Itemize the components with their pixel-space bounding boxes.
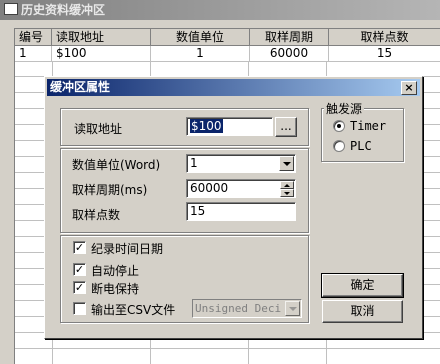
cancel-button[interactable]: 取消 bbox=[322, 300, 403, 323]
trigger-source-caption: 触发源 bbox=[324, 100, 364, 117]
period-label: 取样周期(ms) bbox=[72, 181, 147, 198]
export-csv-checkbox[interactable] bbox=[73, 302, 86, 315]
table-row[interactable]: 1 $100 1 60000 15 bbox=[15, 46, 440, 62]
timer-radio[interactable] bbox=[333, 120, 345, 132]
plc-radio[interactable] bbox=[333, 140, 345, 152]
close-icon[interactable]: × bbox=[401, 81, 417, 95]
window-titlebar[interactable]: 历史资料缓冲区 bbox=[0, 0, 440, 20]
period-value: 60000 bbox=[190, 181, 228, 195]
timer-label[interactable]: Timer bbox=[350, 119, 386, 133]
power-retain-label[interactable]: 断电保持 bbox=[91, 280, 139, 297]
chevron-down-icon[interactable] bbox=[279, 156, 294, 171]
column-header-address[interactable]: 读取地址 bbox=[52, 29, 151, 46]
csv-format-value: Unsigned Deci bbox=[195, 302, 281, 315]
unit-select[interactable]: 1 bbox=[186, 154, 296, 173]
chevron-down-icon[interactable] bbox=[285, 301, 300, 316]
cell-period: 60000 bbox=[250, 46, 329, 62]
export-csv-label[interactable]: 输出至CSV文件 bbox=[91, 301, 175, 318]
period-stepper[interactable]: 60000 bbox=[186, 179, 296, 198]
dialog-titlebar[interactable]: 缓冲区属性 × bbox=[47, 79, 420, 96]
cell-points: 15 bbox=[329, 46, 440, 62]
dialog-title: 缓冲区属性 bbox=[50, 80, 110, 94]
table-header-row: 编号 读取地址 数值单位 取样周期 取样点数 bbox=[15, 29, 440, 46]
buffer-properties-dialog: 缓冲区属性 × 读取地址 $100 ... 数值单位(Word) 1 取样周期(… bbox=[44, 76, 423, 339]
unit-label: 数值单位(Word) bbox=[72, 156, 160, 173]
power-retain-checkbox[interactable]: ✓ bbox=[73, 281, 86, 294]
ok-button[interactable]: 确定 bbox=[322, 274, 403, 297]
address-label: 读取地址 bbox=[74, 120, 122, 137]
auto-stop-label[interactable]: 自动停止 bbox=[91, 262, 139, 279]
column-header-unit[interactable]: 数值单位 bbox=[151, 29, 250, 46]
plc-label[interactable]: PLC bbox=[350, 139, 372, 153]
points-label: 取样点数 bbox=[72, 206, 120, 223]
column-header-period[interactable]: 取样周期 bbox=[250, 29, 329, 46]
address-value: $100 bbox=[190, 119, 223, 133]
buffer-table: 编号 读取地址 数值单位 取样周期 取样点数 1 $100 1 60000 15 bbox=[15, 29, 440, 62]
address-input[interactable]: $100 bbox=[186, 117, 273, 136]
points-value: 15 bbox=[190, 204, 205, 218]
points-input[interactable]: 15 bbox=[186, 202, 296, 221]
cell-index: 1 bbox=[15, 46, 52, 62]
unit-value: 1 bbox=[190, 156, 198, 170]
browse-address-button[interactable]: ... bbox=[275, 117, 297, 137]
column-header-points[interactable]: 取样点数 bbox=[329, 29, 440, 46]
record-datetime-checkbox[interactable]: ✓ bbox=[73, 241, 86, 254]
cell-address: $100 bbox=[52, 46, 151, 62]
record-datetime-label[interactable]: 纪录时间日期 bbox=[91, 240, 163, 257]
csv-format-select[interactable]: Unsigned Deci bbox=[192, 299, 302, 318]
column-header-index[interactable]: 编号 bbox=[15, 29, 52, 46]
window-title: 历史资料缓冲区 bbox=[21, 3, 105, 17]
window-app-icon bbox=[4, 3, 18, 15]
spin-up-icon[interactable] bbox=[280, 181, 294, 189]
cell-unit: 1 bbox=[151, 46, 250, 62]
spin-down-icon[interactable] bbox=[280, 189, 294, 197]
auto-stop-checkbox[interactable]: ✓ bbox=[73, 263, 86, 276]
